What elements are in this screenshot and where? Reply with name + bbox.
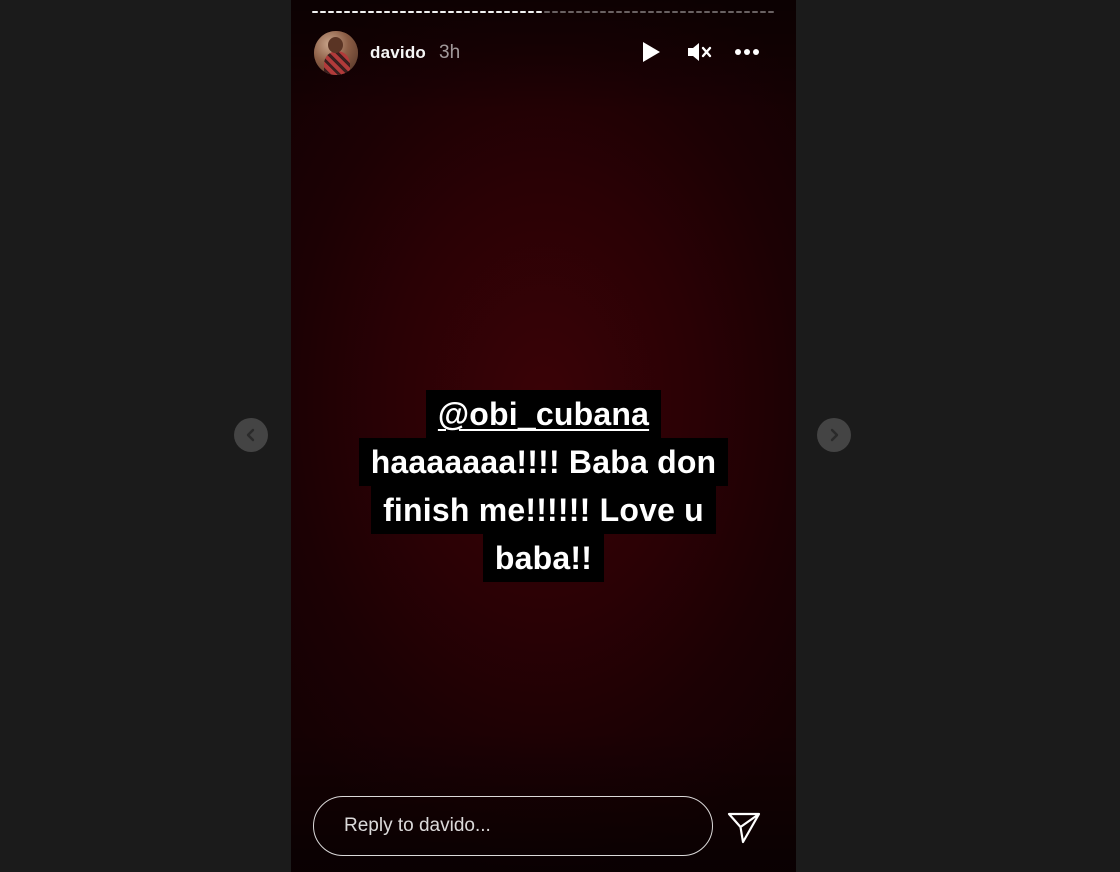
progress-segment (384, 11, 390, 13)
progress-segment (528, 11, 534, 13)
progress-segment (536, 11, 542, 13)
story-progress-bar (312, 10, 774, 14)
progress-segment (544, 11, 550, 13)
progress-segment (672, 11, 678, 13)
play-button[interactable] (638, 38, 664, 66)
progress-segment (760, 11, 766, 13)
progress-segment (584, 11, 590, 13)
progress-segment (408, 11, 414, 13)
progress-segment (744, 11, 750, 13)
progress-segment (312, 11, 318, 13)
mention-link[interactable]: @obi_cubana (438, 396, 649, 432)
progress-segment (712, 11, 718, 13)
story-caption: @obi_cubana haaaaaaa!!!! Baba don finish… (291, 390, 796, 582)
mute-icon (688, 43, 712, 61)
reply-box[interactable] (313, 796, 713, 856)
next-story-button[interactable] (817, 418, 851, 452)
progress-segment (720, 11, 726, 13)
avatar[interactable] (314, 31, 358, 75)
progress-segment (568, 11, 574, 13)
progress-segment (368, 11, 374, 13)
progress-segment (456, 11, 462, 13)
progress-segment (640, 11, 646, 13)
progress-segment (496, 11, 502, 13)
progress-segment (336, 11, 342, 13)
progress-segment (320, 11, 326, 13)
progress-segment (752, 11, 758, 13)
progress-segment (608, 11, 614, 13)
progress-segment (512, 11, 518, 13)
caption-line: finish me!!!!!! Love u (371, 486, 716, 534)
progress-segment (696, 11, 702, 13)
progress-segment (656, 11, 662, 13)
progress-segment (600, 11, 606, 13)
progress-segment (680, 11, 686, 13)
progress-segment (464, 11, 470, 13)
progress-segment (616, 11, 622, 13)
progress-segment (488, 11, 494, 13)
progress-segment (328, 11, 334, 13)
progress-segment (392, 11, 398, 13)
reply-input[interactable] (342, 814, 686, 838)
progress-segment (624, 11, 630, 13)
progress-segment (552, 11, 558, 13)
chevron-right-icon (830, 428, 839, 442)
progress-segment (472, 11, 478, 13)
story-viewer: davido 3h @obi_cubana haaaaaaa!!!! Baba … (0, 0, 1120, 872)
chevron-left-icon (246, 428, 255, 442)
progress-segment (664, 11, 670, 13)
progress-segment (424, 11, 430, 13)
send-button[interactable] (726, 809, 762, 845)
caption-mention-line: @obi_cubana (425, 390, 662, 438)
more-options-button[interactable] (734, 38, 760, 66)
progress-segment (360, 11, 366, 13)
post-time: 3h (439, 42, 461, 63)
progress-segment (576, 11, 582, 13)
progress-segment (688, 11, 694, 13)
play-icon (643, 42, 660, 62)
username[interactable]: davido (370, 43, 426, 63)
progress-segment (520, 11, 526, 13)
more-options-icon (735, 49, 759, 55)
caption-line: baba!! (482, 534, 605, 582)
progress-segment (440, 11, 446, 13)
mute-button[interactable] (686, 38, 712, 66)
progress-segment (704, 11, 710, 13)
progress-segment (352, 11, 358, 13)
progress-segment (768, 11, 774, 13)
progress-segment (344, 11, 350, 13)
progress-segment (432, 11, 438, 13)
progress-segment (416, 11, 422, 13)
progress-segment (648, 11, 654, 13)
progress-segment (376, 11, 382, 13)
progress-segment (736, 11, 742, 13)
caption-line: haaaaaaa!!!! Baba don (358, 438, 729, 486)
progress-segment (448, 11, 454, 13)
progress-segment (728, 11, 734, 13)
story-header: davido 3h (314, 30, 774, 76)
progress-segment (480, 11, 486, 13)
progress-segment (592, 11, 598, 13)
progress-segment (560, 11, 566, 13)
progress-segment (400, 11, 406, 13)
progress-segment (632, 11, 638, 13)
header-actions (638, 38, 760, 66)
progress-segment (504, 11, 510, 13)
send-icon (727, 812, 761, 844)
previous-story-button[interactable] (234, 418, 268, 452)
